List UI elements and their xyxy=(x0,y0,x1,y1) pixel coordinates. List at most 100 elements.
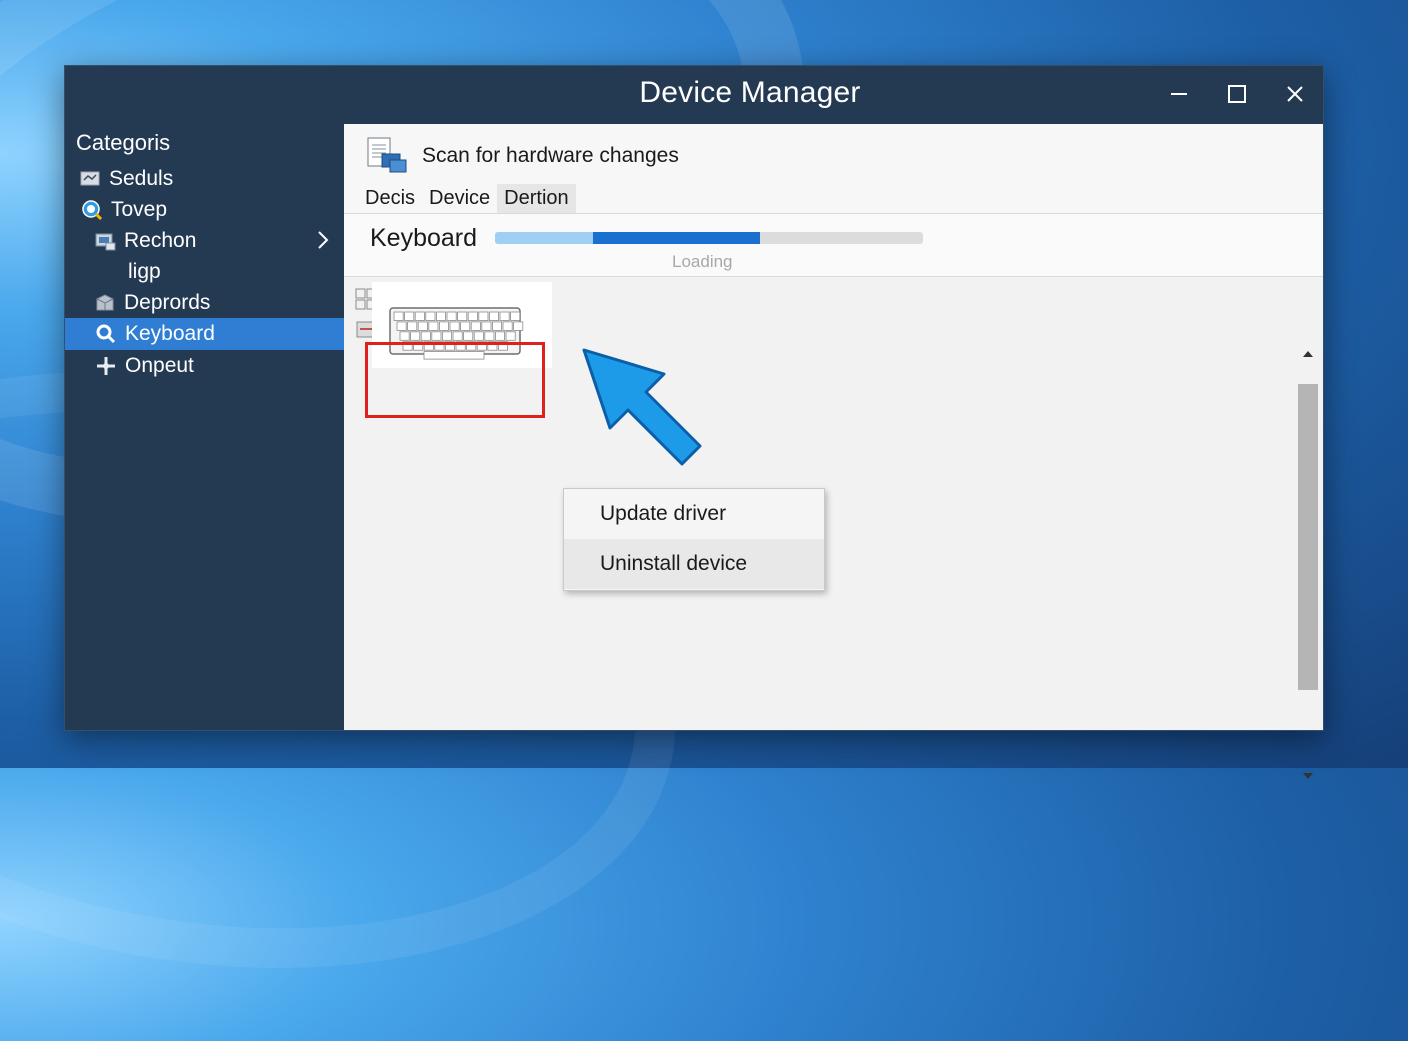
keyboard-key xyxy=(414,311,425,321)
keyboard-key xyxy=(476,341,487,351)
loading-text: Loading xyxy=(672,252,733,271)
keyboard-key xyxy=(410,331,421,341)
keyboard-key xyxy=(417,321,428,331)
keyboard-key xyxy=(407,321,418,331)
categories-sidebar: Categoris Seduls Tovep Rechon ligp Depro… xyxy=(65,124,344,730)
keyboard-icon xyxy=(389,307,524,360)
progress-fill-light xyxy=(495,232,593,244)
tab-decis[interactable]: Decis xyxy=(358,184,422,214)
keyboard-key xyxy=(505,331,516,341)
keyboard-key xyxy=(442,331,453,341)
search-globe-icon xyxy=(81,199,103,221)
sidebar-item-label: Rechon xyxy=(124,229,197,252)
sidebar-item-label: ligp xyxy=(128,260,161,283)
maximize-icon xyxy=(1228,85,1246,103)
keyboard-key xyxy=(478,311,489,321)
device-manager-window: Device Manager Categoris Seduls Tovep Re… xyxy=(64,65,1324,779)
keyboard-key xyxy=(510,311,521,321)
keyboard-key xyxy=(420,331,431,341)
scroll-down-icon[interactable] xyxy=(1302,770,1314,782)
sidebar-item-label: Seduls xyxy=(109,167,174,190)
keyboard-key xyxy=(393,311,404,321)
keyboard-key xyxy=(436,311,447,321)
keyboard-key xyxy=(513,321,524,331)
keyboard-key xyxy=(498,341,509,351)
keyboard-key xyxy=(449,321,460,331)
scan-hardware-label: Scan for hardware changes xyxy=(422,144,679,167)
keyboard-key xyxy=(396,321,407,331)
keyboard-key xyxy=(484,331,495,341)
keyboard-key xyxy=(399,331,410,341)
keyboard-key xyxy=(446,311,457,321)
keyboard-key xyxy=(439,321,450,331)
keyboard-key xyxy=(452,331,463,341)
progress-fill-dark xyxy=(593,232,760,244)
close-button[interactable] xyxy=(1275,78,1315,110)
device-category-label: Keyboard xyxy=(370,224,478,252)
keyboard-key xyxy=(463,331,474,341)
scan-hardware-button[interactable]: Scan for hardware changes xyxy=(366,134,679,178)
keyboard-key xyxy=(428,321,439,331)
maximize-button[interactable] xyxy=(1217,78,1257,110)
keyboard-key xyxy=(489,311,500,321)
keyboard-key xyxy=(457,311,468,321)
sidebar-item-seduls[interactable]: Seduls xyxy=(65,163,344,195)
sidebar-item-rechon[interactable]: Rechon xyxy=(65,225,344,257)
window-title: Device Manager xyxy=(639,76,861,109)
keyboard-key xyxy=(470,321,481,331)
keyboard-key xyxy=(431,331,442,341)
toolbar: Scan for hardware changes Decis Device D… xyxy=(344,124,1323,214)
sidebar-item-label: Keyboard xyxy=(125,322,215,345)
magnifier-icon xyxy=(95,323,117,345)
sidebar-item-keyboard[interactable]: Keyboard xyxy=(65,318,344,350)
context-menu: Update driver Uninstall device xyxy=(563,488,825,591)
network-icon xyxy=(94,230,116,252)
keyboard-key xyxy=(487,341,498,351)
keyboard-key xyxy=(466,341,477,351)
monitor-icon xyxy=(79,168,101,190)
tab-dertion[interactable]: Dertion xyxy=(497,184,576,214)
joystick-icon xyxy=(95,355,117,377)
keyboard-key xyxy=(495,331,506,341)
keyboard-key xyxy=(502,321,513,331)
keyboard-key xyxy=(445,341,456,351)
tab-device[interactable]: Device xyxy=(422,184,497,214)
device-content-pane: Scan for hardware changes Decis Device D… xyxy=(344,124,1323,779)
keyboard-spacebar xyxy=(423,351,485,360)
sidebar-item-label: Tovep xyxy=(111,198,168,221)
keyboard-key xyxy=(413,341,424,351)
keyboard-key xyxy=(473,331,484,341)
sidebar-item-label: Onpeut xyxy=(125,354,194,377)
keyboard-key xyxy=(423,341,434,351)
vertical-scrollbar[interactable] xyxy=(1296,338,1320,779)
keyboard-key xyxy=(492,321,503,331)
sidebar-item-label: Deprords xyxy=(124,291,211,314)
sidebar-item-deprords[interactable]: Deprords xyxy=(65,287,344,319)
uninstall-device-menu-item[interactable]: Uninstall device xyxy=(564,539,824,589)
update-driver-menu-item[interactable]: Update driver xyxy=(564,489,824,539)
keyboard-key xyxy=(402,341,413,351)
tab-strip: Decis Device Dertion xyxy=(358,184,576,214)
keyboard-key xyxy=(481,321,492,331)
minimize-button[interactable] xyxy=(1159,78,1199,110)
keyboard-status-row: Keyboard Loading xyxy=(344,214,1323,276)
sidebar-item-tovep[interactable]: Tovep xyxy=(65,194,344,226)
keyboard-key xyxy=(460,321,471,331)
title-bar: Device Manager xyxy=(65,66,1323,124)
box-icon xyxy=(94,292,116,314)
keyboard-key xyxy=(434,341,445,351)
sidebar-item-onpeut[interactable]: Onpeut xyxy=(65,350,344,382)
keyboard-key xyxy=(499,311,510,321)
sidebar-heading: Categoris xyxy=(76,130,171,155)
keyboard-key xyxy=(467,311,478,321)
scroll-up-icon[interactable] xyxy=(1302,348,1314,360)
minimize-icon xyxy=(1171,93,1187,95)
keyboard-key xyxy=(425,311,436,321)
sidebar-item-ligp[interactable]: ligp xyxy=(65,256,344,288)
loading-progress-bar xyxy=(495,232,923,244)
keyboard-key xyxy=(404,311,415,321)
keyboard-device-item[interactable] xyxy=(372,282,552,368)
chevron-right-icon[interactable] xyxy=(315,229,331,251)
scrollbar-thumb[interactable] xyxy=(1298,384,1318,690)
keyboard-key xyxy=(455,341,466,351)
